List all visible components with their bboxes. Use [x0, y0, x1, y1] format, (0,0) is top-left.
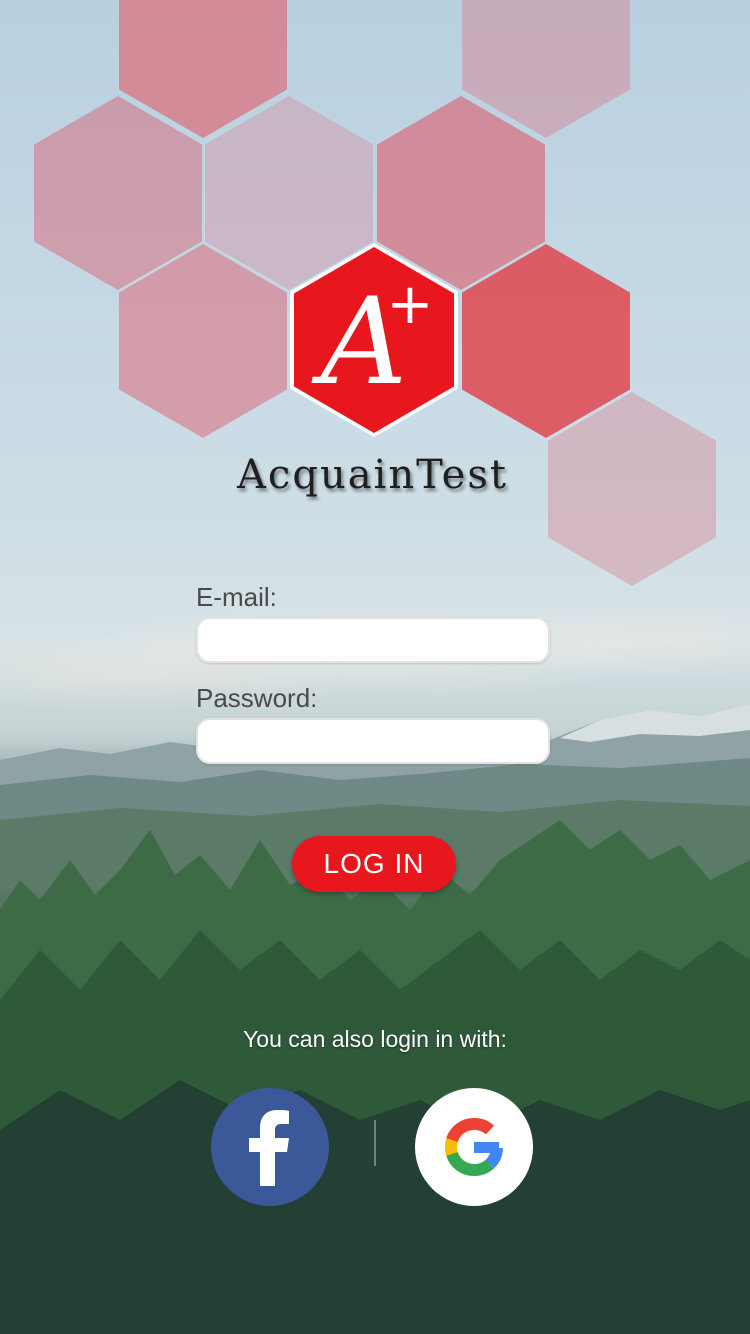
login-button[interactable]: LOG IN [292, 836, 456, 892]
google-icon [445, 1117, 503, 1177]
facebook-icon [249, 1110, 289, 1186]
password-label: Password: [196, 683, 318, 713]
email-label: E-mail: [196, 582, 277, 612]
facebook-login-button[interactable] [211, 1088, 329, 1206]
password-field[interactable] [196, 718, 550, 764]
google-login-button[interactable] [415, 1088, 533, 1206]
logo-plus: + [387, 272, 434, 337]
email-field[interactable] [196, 617, 550, 663]
app-title: AcquainTest [237, 452, 508, 498]
login-screen: A + AcquainTest E-mail: Password: LOG IN… [0, 0, 750, 1334]
social-divider [374, 1120, 376, 1166]
social-login-prompt: You can also login in with: [243, 1026, 507, 1052]
